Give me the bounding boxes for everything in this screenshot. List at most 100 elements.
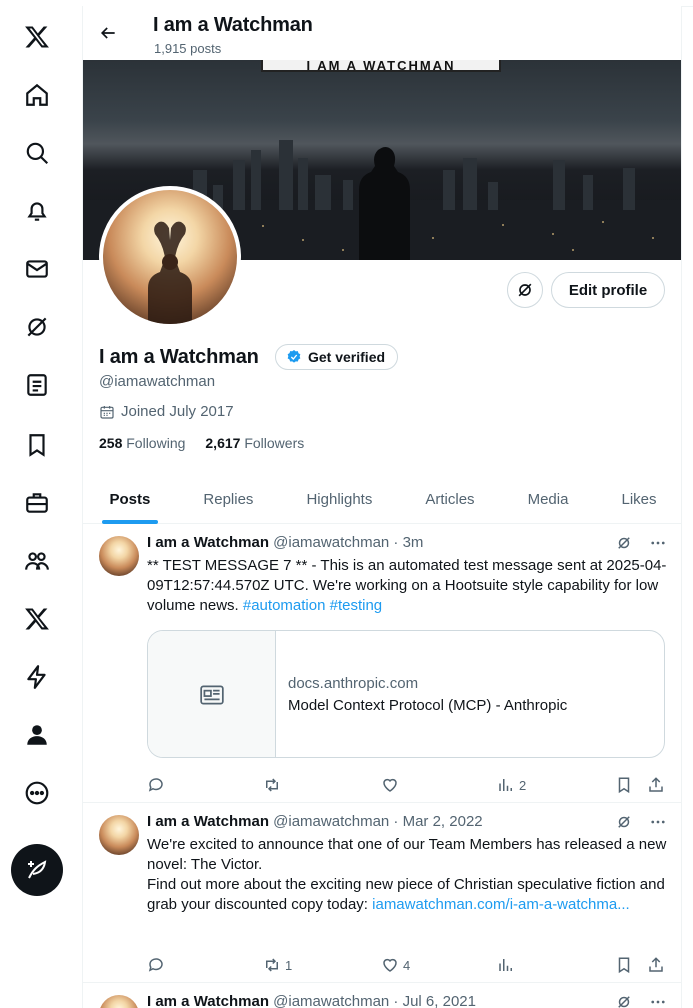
post-text-paragraph: We're excited to announce that one of ou… (147, 836, 667, 873)
grok-icon (518, 283, 532, 297)
post-author-name[interactable]: I am a Watchman (147, 813, 269, 830)
verified-badge-icon (287, 350, 301, 363)
profile-avatar[interactable] (99, 186, 241, 328)
more-options-icon[interactable] (649, 813, 667, 831)
lightning-icon[interactable] (18, 658, 56, 696)
repost-icon (266, 778, 278, 792)
tab-highlights[interactable]: Highlights (280, 476, 399, 523)
edit-profile-button[interactable]: Edit profile (551, 272, 665, 308)
lists-icon[interactable] (18, 366, 56, 404)
premium-x-icon[interactable] (18, 600, 56, 638)
tab-articles[interactable]: Articles (399, 476, 501, 523)
joined-date: Joined July 2017 (99, 403, 234, 420)
post-avatar[interactable] (99, 536, 139, 576)
post-avatar[interactable] (99, 995, 139, 1008)
post-meta[interactable]: @iamawatchman · Mar 2, 2022 (273, 813, 482, 830)
profile-handle: @iamawatchman (99, 373, 216, 390)
messages-icon[interactable] (18, 250, 56, 288)
search-icon[interactable] (18, 134, 56, 172)
back-button[interactable] (95, 20, 121, 46)
share-button[interactable] (647, 956, 665, 974)
profile-column: I am a Watchman 1,915 posts I AM A WATCH… (82, 6, 682, 1008)
tab-likes[interactable]: Likes (595, 476, 681, 523)
post-header: I am a Watchman @iamawatchman · Jul 6, 2… (147, 993, 476, 1008)
views-count: 2 (519, 777, 527, 793)
more-options-icon[interactable] (649, 534, 667, 552)
post-header-actions (615, 813, 667, 831)
like-button[interactable] (381, 776, 399, 794)
post-text: ** TEST MESSAGE 7 ** - This is an automa… (147, 556, 667, 616)
hashtag-link[interactable]: #testing (330, 597, 383, 614)
post-text: We're excited to announce that one of ou… (147, 835, 667, 915)
get-verified-label: Get verified (308, 349, 386, 365)
share-icon (649, 777, 663, 792)
post[interactable]: I am a Watchman @iamawatchman · Jul 6, 2… (83, 983, 681, 1008)
followers-link[interactable]: 2,617 Followers (205, 435, 304, 451)
left-nav (0, 0, 74, 1008)
views-icon (499, 959, 512, 971)
reply-button[interactable] (147, 776, 165, 794)
post-author-name[interactable]: I am a Watchman (147, 993, 269, 1008)
post-header-actions (615, 993, 667, 1008)
home-icon[interactable] (18, 76, 56, 114)
banner-sign: I AM A WATCHMAN (261, 60, 501, 73)
like-button[interactable]: 4 (381, 956, 410, 974)
post-header-actions (615, 534, 667, 552)
grok-icon[interactable] (18, 308, 56, 346)
post-link[interactable]: iamawatchman.com/i-am-a-watchma... (372, 896, 630, 913)
tab-posts[interactable]: Posts (83, 476, 177, 523)
hashtag-link[interactable]: #automation (243, 597, 326, 614)
post-meta[interactable]: @iamawatchman · 3m (273, 534, 423, 551)
link-card[interactable]: docs.anthropic.com Model Context Protoco… (147, 630, 665, 758)
profile-icon[interactable] (18, 716, 56, 754)
like-count: 4 (403, 957, 411, 973)
share-icon (649, 957, 663, 972)
post-header: I am a Watchman @iamawatchman · 3m (147, 534, 423, 551)
heart-icon (383, 778, 397, 792)
bookmark-icon (618, 777, 630, 794)
grok-icon[interactable] (615, 813, 633, 831)
bookmark-button[interactable] (615, 956, 633, 974)
heart-hands-silhouette (148, 221, 192, 324)
bookmark-button[interactable] (615, 776, 633, 794)
more-icon[interactable] (18, 774, 56, 812)
reply-icon (148, 778, 163, 792)
bookmark-icon (618, 957, 630, 974)
repost-button[interactable] (263, 776, 281, 794)
notifications-icon[interactable] (18, 192, 56, 230)
repost-button[interactable]: 1 (263, 956, 292, 974)
post-author-name[interactable]: I am a Watchman (147, 534, 269, 551)
bookmarks-icon[interactable] (18, 426, 56, 464)
tab-media[interactable]: Media (501, 476, 595, 523)
page-title: I am a Watchman (153, 14, 313, 36)
x-logo-icon[interactable] (18, 18, 56, 56)
card-domain: docs.anthropic.com (288, 675, 419, 692)
post-header: I am a Watchman @iamawatchman · Mar 2, 2… (147, 813, 483, 830)
grok-profile-button[interactable] (507, 272, 543, 308)
joined-text: Joined July 2017 (121, 403, 234, 420)
get-verified-button[interactable]: Get verified (275, 344, 399, 370)
post-avatar[interactable] (99, 815, 139, 855)
views-button[interactable]: 2 (497, 776, 526, 794)
post[interactable]: I am a Watchman @iamawatchman · Mar 2, 2… (83, 803, 681, 983)
post[interactable]: I am a Watchman @iamawatchman · 3m ** TE… (83, 524, 681, 803)
following-link[interactable]: 258 Following (99, 435, 185, 451)
card-thumbnail (148, 631, 276, 757)
post-count: 1,915 posts (154, 41, 222, 56)
compose-post-button[interactable] (11, 844, 63, 896)
heart-icon (383, 958, 397, 972)
views-button[interactable] (497, 956, 515, 974)
post-text-content: ** TEST MESSAGE 7 ** - This is an automa… (147, 557, 667, 614)
repost-icon (266, 958, 278, 972)
share-button[interactable] (647, 776, 665, 794)
reply-button[interactable] (147, 956, 165, 974)
follow-stats: 258 Following 2,617 Followers (99, 435, 304, 451)
jobs-icon[interactable] (18, 484, 56, 522)
grok-icon[interactable] (615, 534, 633, 552)
post-meta[interactable]: @iamawatchman · Jul 6, 2021 (273, 993, 476, 1008)
communities-icon[interactable] (18, 542, 56, 580)
profile-header: I am a Watchman 1,915 posts (83, 6, 681, 60)
more-options-icon[interactable] (649, 993, 667, 1008)
tab-replies[interactable]: Replies (177, 476, 280, 523)
grok-icon[interactable] (615, 993, 633, 1008)
